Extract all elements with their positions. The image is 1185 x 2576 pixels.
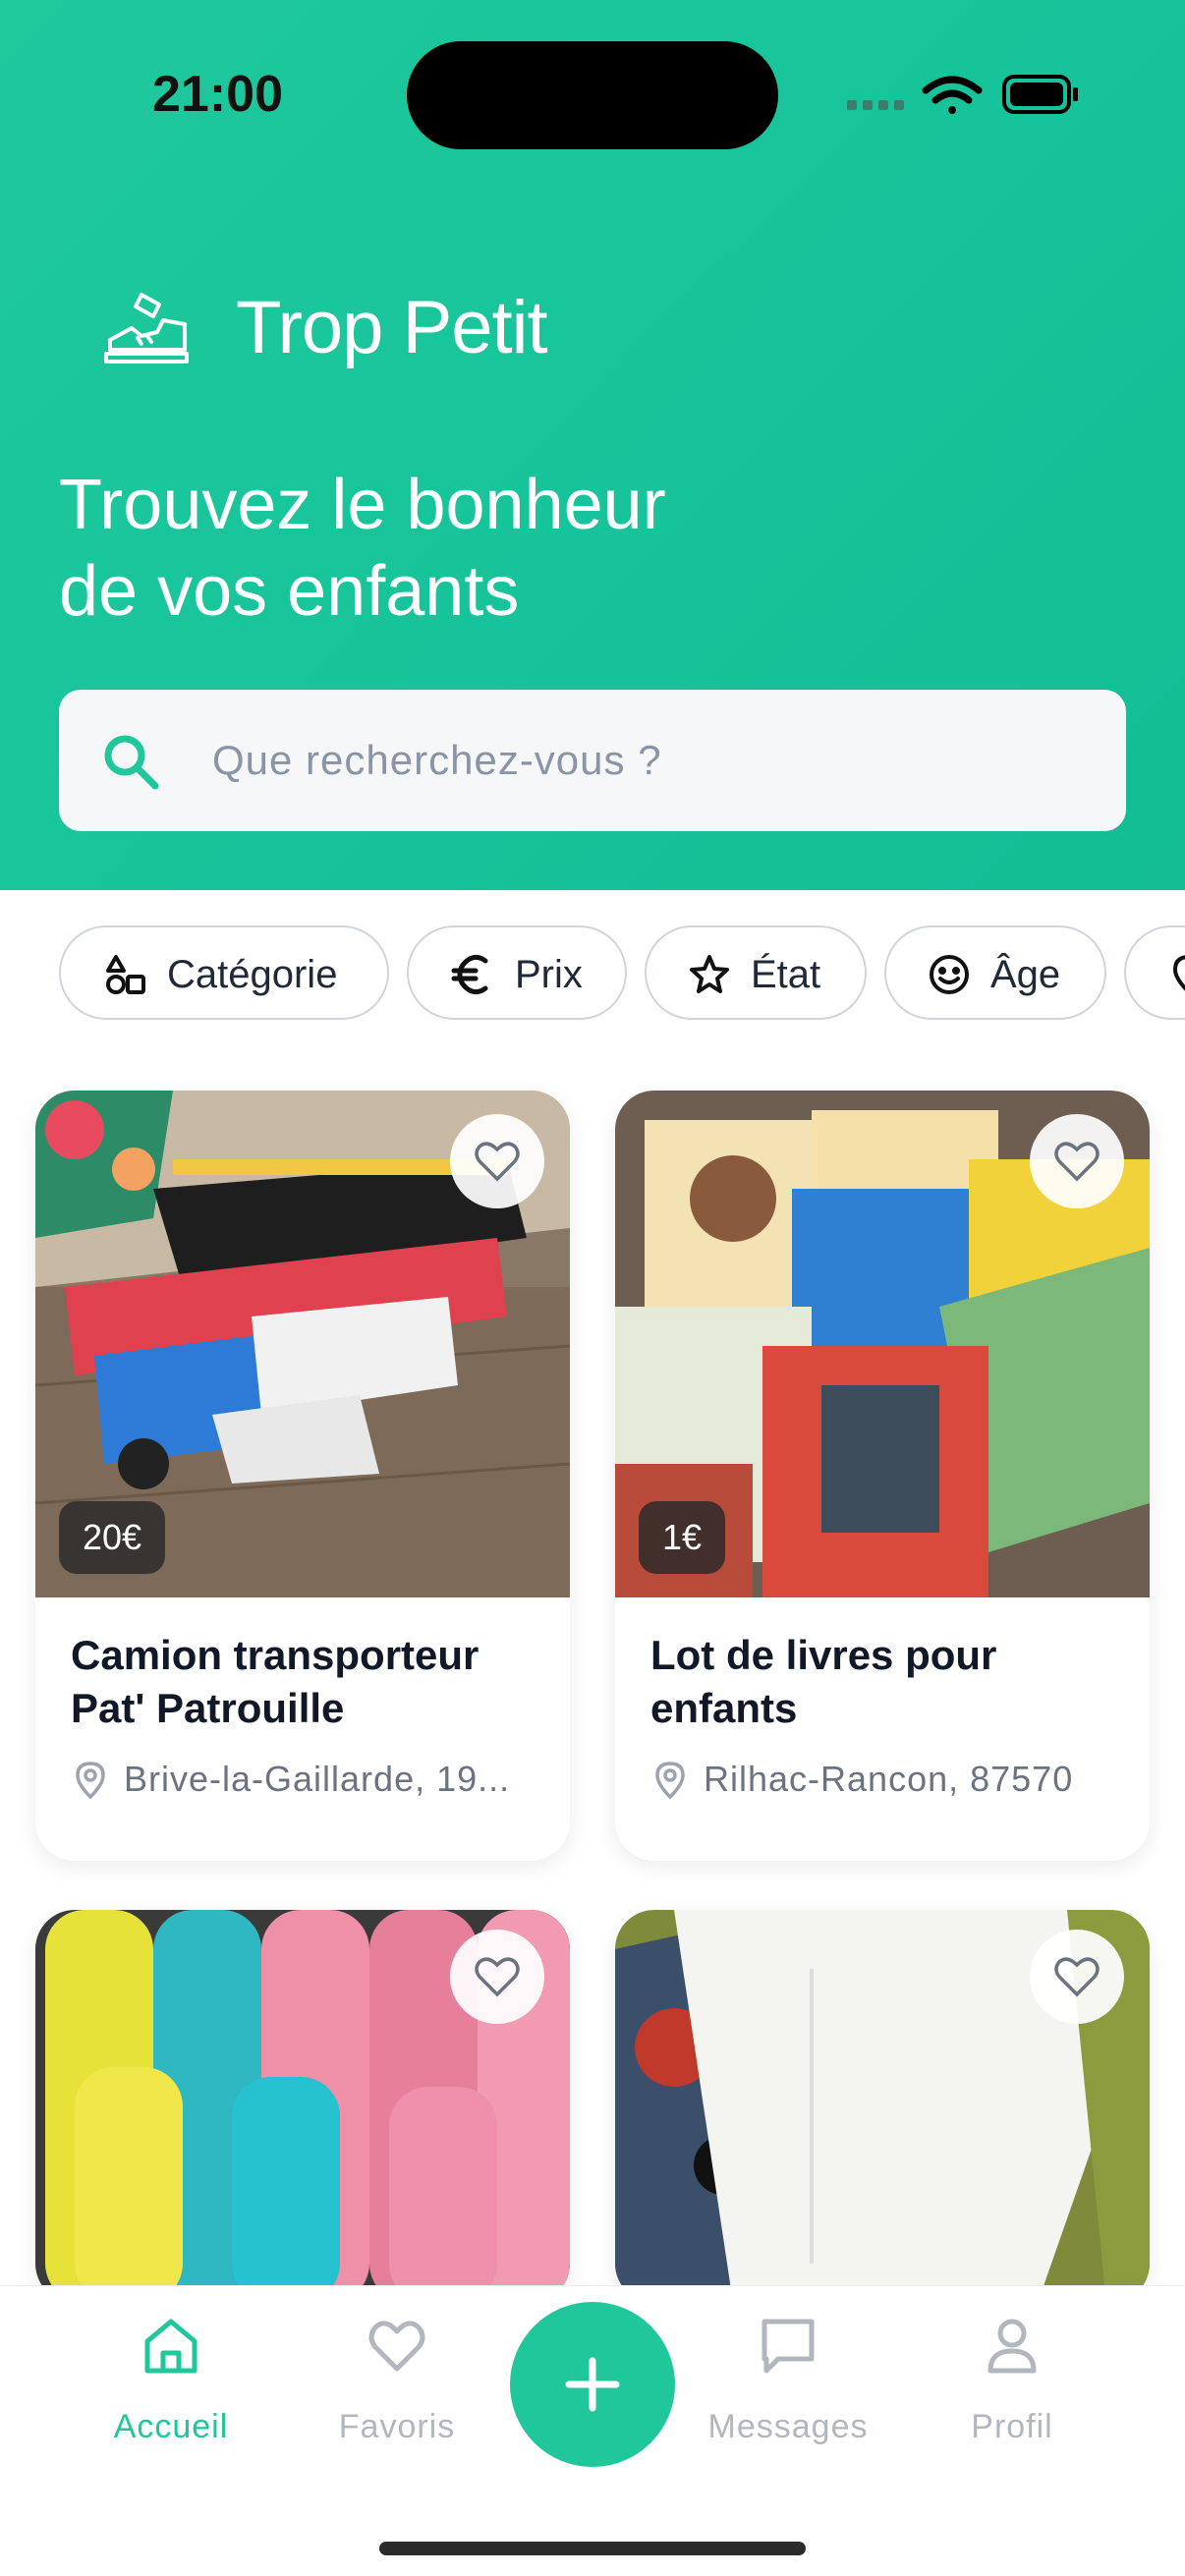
location-pin-icon (76, 1762, 105, 1800)
battery-icon (1002, 75, 1078, 114)
heart-icon (475, 1957, 520, 1997)
filter-chip-categorie[interactable]: Catégorie (59, 925, 389, 1020)
tab-label: Accueil (113, 2408, 229, 2445)
listing-title-line: Lot de livres pour (650, 1632, 997, 1678)
listing-card[interactable] (615, 1910, 1150, 2303)
home-indicator (379, 2542, 806, 2555)
favorite-button[interactable] (450, 1930, 544, 2024)
headline-line-2: de vos enfants (59, 552, 520, 631)
listing-location-text: Rilhac-Rancon, 87570 (704, 1759, 1074, 1799)
listing-title-line: enfants (650, 1685, 798, 1731)
filter-chip-label: État (751, 953, 821, 996)
tab-accueil[interactable]: Accueil (73, 2316, 269, 2463)
listing-card[interactable]: 1€ Lot de livres pour enfants Rilhac-Ran… (615, 1091, 1150, 1861)
plus-icon (565, 2357, 620, 2412)
shapes-icon (106, 955, 145, 994)
listing-photo[interactable] (35, 1910, 570, 2303)
tab-label: Profil (971, 2408, 1053, 2445)
face-icon (930, 955, 969, 994)
heart-icon (475, 1142, 520, 1182)
listing-photo[interactable] (615, 1910, 1150, 2303)
add-listing-button[interactable] (510, 2302, 675, 2467)
filter-chip-label: Catégorie (167, 953, 338, 996)
listing-title-line: Camion transporteur (71, 1632, 480, 1678)
favorite-button[interactable] (1030, 1930, 1124, 2024)
listing-photo[interactable]: 20€ (35, 1091, 570, 1597)
heart-icon (368, 2321, 425, 2372)
location-icon (1172, 955, 1185, 991)
price-badge: 20€ (59, 1501, 166, 1574)
location-pin-icon (655, 1762, 685, 1800)
tab-label: Favoris (338, 2408, 456, 2445)
favorite-button[interactable] (450, 1114, 544, 1208)
price-badge: 1€ (639, 1501, 726, 1574)
search-bar[interactable] (59, 690, 1126, 831)
listing-location-text: Brive-la-Gaillarde, 19... (124, 1759, 511, 1799)
listing-photo[interactable]: 1€ (615, 1091, 1150, 1597)
home-icon (144, 2319, 198, 2374)
favorite-button[interactable] (1030, 1114, 1124, 1208)
listing-location: Brive-la-Gaillarde, 19... (73, 1759, 544, 1802)
listing-title: Lot de livres pour enfants (650, 1629, 1122, 1735)
tab-profil[interactable]: Profil (914, 2316, 1110, 2463)
tab-messages[interactable]: Messages (690, 2316, 886, 2463)
app-header: 21:00 Trop Petit Trouvez le bonheur de v… (0, 0, 1185, 890)
filter-chip-label: Âge (990, 953, 1061, 996)
tab-label: Messages (707, 2408, 869, 2445)
cellular-signal-icon (847, 100, 904, 110)
listing-location: Rilhac-Rancon, 87570 (652, 1759, 1124, 1802)
brand-name: Trop Petit (236, 286, 548, 369)
heart-icon (1054, 1142, 1100, 1182)
wifi-icon (922, 76, 983, 114)
listing-title: Camion transporteur Pat' Patrouille (71, 1629, 542, 1735)
star-icon (690, 955, 729, 993)
listing-card[interactable]: 20€ Camion transporteur Pat' Patrouille … (35, 1091, 570, 1861)
headline-line-1: Trouvez le bonheur (59, 466, 666, 544)
status-time: 21:00 (152, 66, 283, 123)
sneaker-icon (104, 293, 189, 364)
dynamic-island (407, 41, 778, 149)
bottom-tab-bar: Accueil Favoris Messages Profil (0, 2285, 1185, 2576)
message-icon (762, 2319, 815, 2374)
search-input[interactable] (212, 690, 1077, 831)
filter-chip-location[interactable] (1124, 925, 1185, 1020)
euro-icon (451, 954, 488, 995)
search-icon (104, 735, 159, 790)
listing-card[interactable] (35, 1910, 570, 2303)
filter-chip-label: Prix (515, 953, 583, 996)
profile-icon (988, 2319, 1037, 2374)
filter-chip-etat[interactable]: État (645, 925, 867, 1020)
heart-icon (1054, 1957, 1100, 1997)
page-headline: Trouvez le bonheur de vos enfants (59, 462, 943, 635)
listing-title-line: Pat' Patrouille (71, 1685, 345, 1731)
filter-chip-age[interactable]: Âge (884, 925, 1106, 1020)
filter-bar: Catégorie Prix État Âge (0, 925, 1185, 1020)
tab-favoris[interactable]: Favoris (299, 2316, 495, 2463)
status-icons (847, 75, 1078, 114)
filter-chip-prix[interactable]: Prix (407, 925, 627, 1020)
